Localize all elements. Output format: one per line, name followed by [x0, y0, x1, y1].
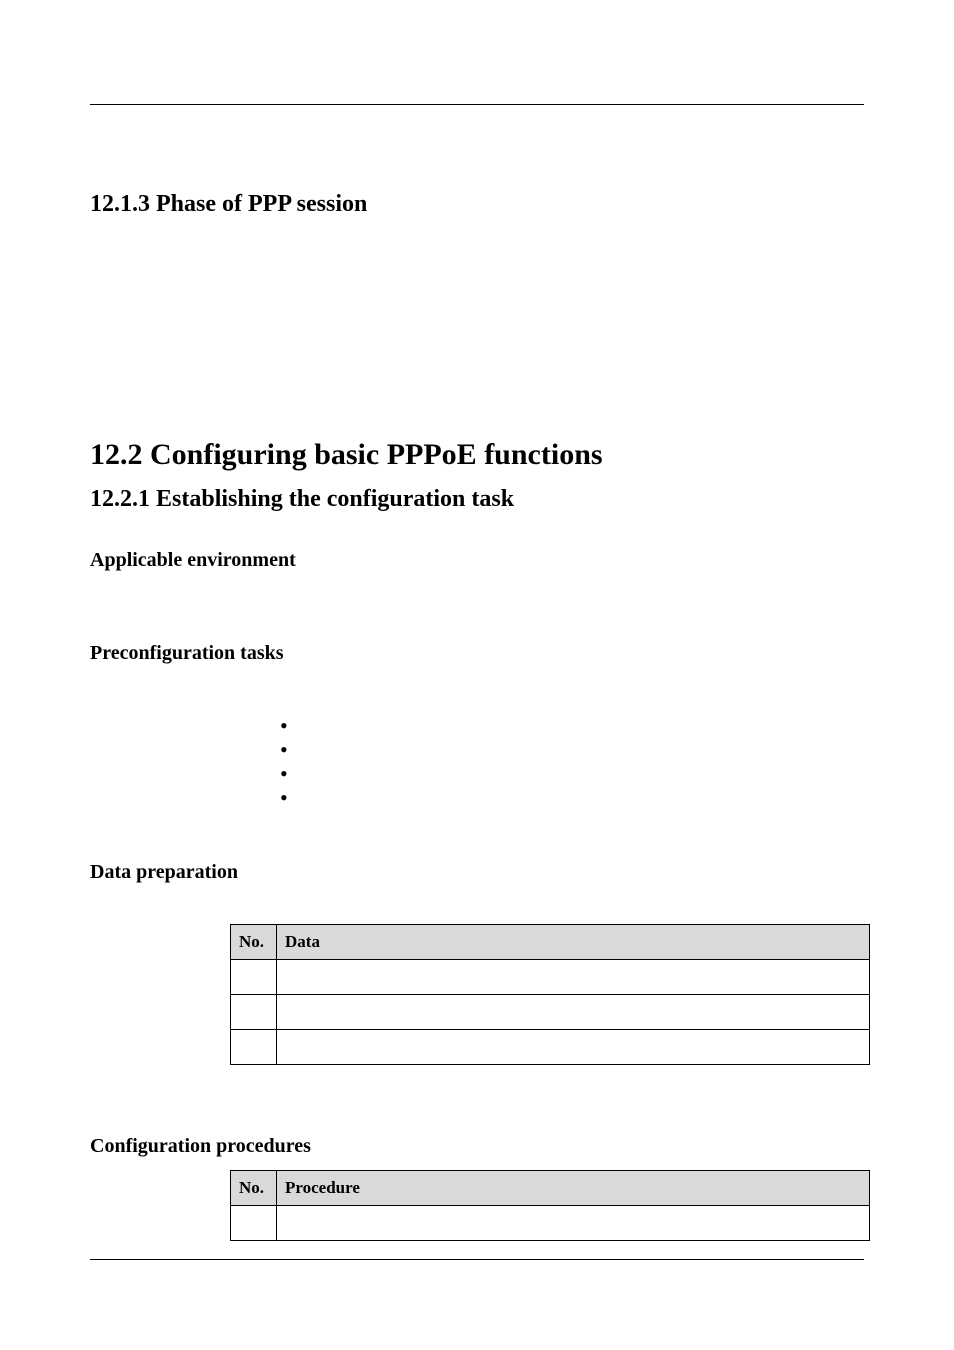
- col-header-procedure: Procedure: [277, 1171, 870, 1206]
- table-row: [231, 1030, 870, 1065]
- col-header-no: No.: [231, 925, 277, 960]
- cell-data: [277, 1030, 870, 1065]
- table-row: [231, 995, 870, 1030]
- list-item: [280, 715, 864, 739]
- table-row: [231, 960, 870, 995]
- page: 12.1.3 Phase of PPP session 12.2 Configu…: [0, 0, 954, 1350]
- col-header-no: No.: [231, 1171, 277, 1206]
- heading-applicable-environment: Applicable environment: [90, 549, 864, 572]
- configuration-procedures-table: No. Procedure: [230, 1170, 870, 1241]
- heading-data-preparation: Data preparation: [90, 861, 864, 884]
- cell-no: [231, 1206, 277, 1241]
- heading-12-1-3: 12.1.3 Phase of PPP session: [90, 191, 864, 218]
- heading-12-2-1: 12.2.1 Establishing the configuration ta…: [90, 486, 864, 513]
- table-row: [231, 1206, 870, 1241]
- col-header-data: Data: [277, 925, 870, 960]
- bottom-rule: [90, 1259, 864, 1260]
- preconfig-bullet-list: [240, 715, 864, 811]
- table-header-row: No. Procedure: [231, 1171, 870, 1206]
- heading-preconfiguration-tasks: Preconfiguration tasks: [90, 642, 864, 665]
- cell-data: [277, 995, 870, 1030]
- cell-data: [277, 960, 870, 995]
- top-rule: [90, 104, 864, 105]
- list-item: [280, 787, 864, 811]
- heading-configuration-procedures: Configuration procedures: [90, 1135, 864, 1158]
- table-header-row: No. Data: [231, 925, 870, 960]
- cell-procedure: [277, 1206, 870, 1241]
- list-item: [280, 739, 864, 763]
- cell-no: [231, 1030, 277, 1065]
- cell-no: [231, 960, 277, 995]
- heading-12-2: 12.2 Configuring basic PPPoE functions: [90, 438, 864, 472]
- data-preparation-table: No. Data: [230, 924, 870, 1065]
- list-item: [280, 763, 864, 787]
- cell-no: [231, 995, 277, 1030]
